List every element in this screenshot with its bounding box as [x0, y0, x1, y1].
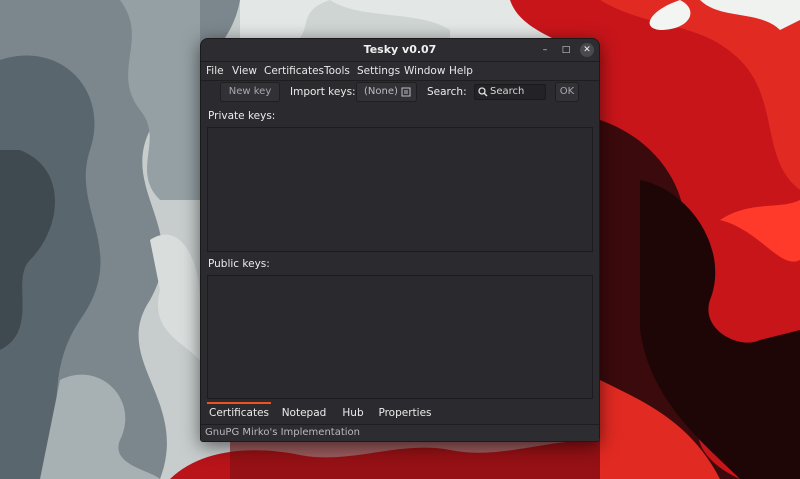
private-keys-label: Private keys:: [208, 110, 276, 122]
public-keys-label: Public keys:: [208, 258, 270, 270]
status-bar: GnuPG Mirko's Implementation: [201, 424, 599, 441]
search-icon: [478, 87, 488, 97]
menu-tools[interactable]: Tools: [324, 65, 350, 77]
menu-file[interactable]: File: [206, 65, 224, 77]
close-button[interactable]: ✕: [580, 43, 594, 57]
menubar: File View Certificates Tools Settings Wi…: [201, 62, 599, 81]
menu-certificates[interactable]: Certificates: [264, 65, 324, 77]
minimize-button[interactable]: –: [538, 43, 552, 57]
import-keys-value: (None): [364, 86, 398, 97]
menu-window[interactable]: Window: [404, 65, 445, 77]
app-window: Tesky v0.07 – □ ✕ File View Certificates…: [200, 38, 600, 442]
tab-bar: Certificates Notepad Hub Properties: [201, 401, 599, 423]
import-keys-label: Import keys:: [290, 86, 356, 98]
status-text: GnuPG Mirko's Implementation: [205, 427, 360, 438]
import-keys-select[interactable]: (None): [356, 82, 417, 102]
new-key-button[interactable]: New key: [220, 82, 280, 102]
maximize-button[interactable]: □: [559, 43, 573, 57]
tab-properties[interactable]: Properties: [377, 404, 433, 423]
public-keys-list[interactable]: [207, 275, 593, 399]
menu-view[interactable]: View: [232, 65, 257, 77]
private-keys-list[interactable]: [207, 127, 593, 252]
titlebar[interactable]: Tesky v0.07 – □ ✕: [201, 39, 599, 62]
desktop: Tesky v0.07 – □ ✕ File View Certificates…: [0, 0, 800, 479]
tab-notepad[interactable]: Notepad: [279, 404, 329, 423]
search-input[interactable]: Search: [474, 84, 546, 100]
search-label: Search:: [427, 86, 467, 98]
ok-button[interactable]: OK: [555, 82, 579, 102]
tab-certificates[interactable]: Certificates: [207, 402, 271, 423]
file-icon: [401, 87, 411, 97]
tab-hub[interactable]: Hub: [338, 404, 368, 423]
menu-help[interactable]: Help: [449, 65, 473, 77]
search-placeholder: Search: [490, 86, 525, 97]
menu-settings[interactable]: Settings: [357, 65, 400, 77]
